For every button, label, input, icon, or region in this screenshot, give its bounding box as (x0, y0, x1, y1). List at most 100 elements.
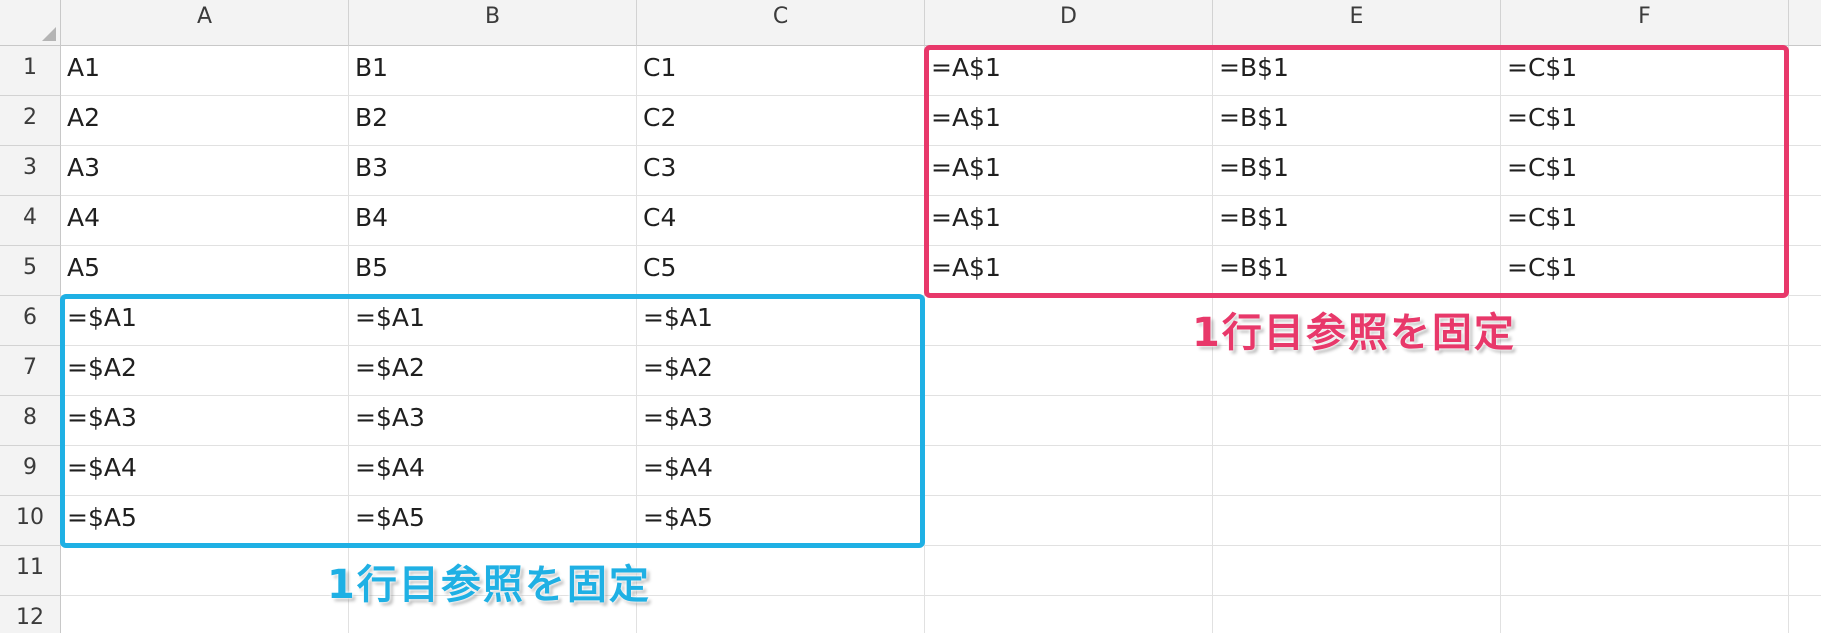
row-header-6[interactable]: 6 (0, 296, 61, 346)
cell-e11[interactable] (1213, 546, 1501, 596)
cell-f7[interactable] (1501, 346, 1789, 396)
cell-a5[interactable]: A5 (61, 246, 349, 296)
cell-c8[interactable]: =$A3 (637, 396, 925, 446)
cell-f4[interactable]: =C$1 (1501, 196, 1789, 246)
cell-a12[interactable] (61, 596, 349, 633)
row-header-4[interactable]: 4 (0, 196, 61, 246)
row-header-8[interactable]: 8 (0, 396, 61, 446)
cell-f6[interactable] (1501, 296, 1789, 346)
column-header-f[interactable]: F (1501, 0, 1789, 46)
cell-d12[interactable] (925, 596, 1213, 633)
column-header-a[interactable]: A (61, 0, 349, 46)
cell-d9[interactable] (925, 446, 1213, 496)
cell-c5[interactable]: C5 (637, 246, 925, 296)
cell-d7[interactable] (925, 346, 1213, 396)
column-header-b[interactable]: B (349, 0, 637, 46)
cell-b4[interactable]: B4 (349, 196, 637, 246)
cell-c2[interactable]: C2 (637, 96, 925, 146)
row-header-3[interactable]: 3 (0, 146, 61, 196)
cell-b2[interactable]: B2 (349, 96, 637, 146)
cell-d1[interactable]: =A$1 (925, 46, 1213, 96)
column-header-e[interactable]: E (1213, 0, 1501, 46)
cell-c3[interactable]: C3 (637, 146, 925, 196)
cell-e10[interactable] (1213, 496, 1501, 546)
cell-f1[interactable]: =C$1 (1501, 46, 1789, 96)
cell-e9[interactable] (1213, 446, 1501, 496)
cell-b6[interactable]: =$A1 (349, 296, 637, 346)
cell-f3[interactable]: =C$1 (1501, 146, 1789, 196)
cell-f5[interactable]: =C$1 (1501, 246, 1789, 296)
cell-d2[interactable]: =A$1 (925, 96, 1213, 146)
cell-a1[interactable]: A1 (61, 46, 349, 96)
cell-b3[interactable]: B3 (349, 146, 637, 196)
cell-b9[interactable]: =$A4 (349, 446, 637, 496)
cell-g6[interactable] (1789, 296, 1821, 346)
cell-g12[interactable] (1789, 596, 1821, 633)
cell-f8[interactable] (1501, 396, 1789, 446)
cell-f12[interactable] (1501, 596, 1789, 633)
cell-g3[interactable] (1789, 146, 1821, 196)
cell-c10[interactable]: =$A5 (637, 496, 925, 546)
cell-g7[interactable] (1789, 346, 1821, 396)
cell-c11[interactable] (637, 546, 925, 596)
cell-g9[interactable] (1789, 446, 1821, 496)
cell-d5[interactable]: =A$1 (925, 246, 1213, 296)
cell-b5[interactable]: B5 (349, 246, 637, 296)
cell-a7[interactable]: =$A2 (61, 346, 349, 396)
cell-c9[interactable]: =$A4 (637, 446, 925, 496)
cell-e1[interactable]: =B$1 (1213, 46, 1501, 96)
cell-d6[interactable] (925, 296, 1213, 346)
cell-a10[interactable]: =$A5 (61, 496, 349, 546)
cell-a3[interactable]: A3 (61, 146, 349, 196)
cell-e8[interactable] (1213, 396, 1501, 446)
cell-g11[interactable] (1789, 546, 1821, 596)
cell-b10[interactable]: =$A5 (349, 496, 637, 546)
cell-g2[interactable] (1789, 96, 1821, 146)
cell-c12[interactable] (637, 596, 925, 633)
cell-g1[interactable] (1789, 46, 1821, 96)
cell-d8[interactable] (925, 396, 1213, 446)
cell-e5[interactable]: =B$1 (1213, 246, 1501, 296)
cell-g10[interactable] (1789, 496, 1821, 546)
cell-e2[interactable]: =B$1 (1213, 96, 1501, 146)
cell-d4[interactable]: =A$1 (925, 196, 1213, 246)
row-header-11[interactable]: 11 (0, 546, 61, 596)
cell-f2[interactable]: =C$1 (1501, 96, 1789, 146)
column-header-d[interactable]: D (925, 0, 1213, 46)
cell-a9[interactable]: =$A4 (61, 446, 349, 496)
cell-e12[interactable] (1213, 596, 1501, 633)
cell-g8[interactable] (1789, 396, 1821, 446)
cell-c4[interactable]: C4 (637, 196, 925, 246)
cell-d11[interactable] (925, 546, 1213, 596)
cell-a6[interactable]: =$A1 (61, 296, 349, 346)
cell-f9[interactable] (1501, 446, 1789, 496)
row-header-9[interactable]: 9 (0, 446, 61, 496)
row-header-10[interactable]: 10 (0, 496, 61, 546)
cell-g4[interactable] (1789, 196, 1821, 246)
cell-a8[interactable]: =$A3 (61, 396, 349, 446)
cell-a11[interactable] (61, 546, 349, 596)
cell-a2[interactable]: A2 (61, 96, 349, 146)
cell-b7[interactable]: =$A2 (349, 346, 637, 396)
row-header-2[interactable]: 2 (0, 96, 61, 146)
select-all-button[interactable] (0, 0, 61, 46)
cell-f10[interactable] (1501, 496, 1789, 546)
column-header-next[interactable] (1789, 0, 1821, 46)
cell-e4[interactable]: =B$1 (1213, 196, 1501, 246)
cell-d3[interactable]: =A$1 (925, 146, 1213, 196)
cell-a4[interactable]: A4 (61, 196, 349, 246)
row-header-5[interactable]: 5 (0, 246, 61, 296)
cell-c1[interactable]: C1 (637, 46, 925, 96)
cell-b8[interactable]: =$A3 (349, 396, 637, 446)
cell-b1[interactable]: B1 (349, 46, 637, 96)
column-header-c[interactable]: C (637, 0, 925, 46)
cell-e3[interactable]: =B$1 (1213, 146, 1501, 196)
cell-g5[interactable] (1789, 246, 1821, 296)
cell-d10[interactable] (925, 496, 1213, 546)
cell-c6[interactable]: =$A1 (637, 296, 925, 346)
cell-f11[interactable] (1501, 546, 1789, 596)
cell-c7[interactable]: =$A2 (637, 346, 925, 396)
row-header-12[interactable]: 12 (0, 596, 61, 633)
row-header-1[interactable]: 1 (0, 46, 61, 96)
row-header-7[interactable]: 7 (0, 346, 61, 396)
